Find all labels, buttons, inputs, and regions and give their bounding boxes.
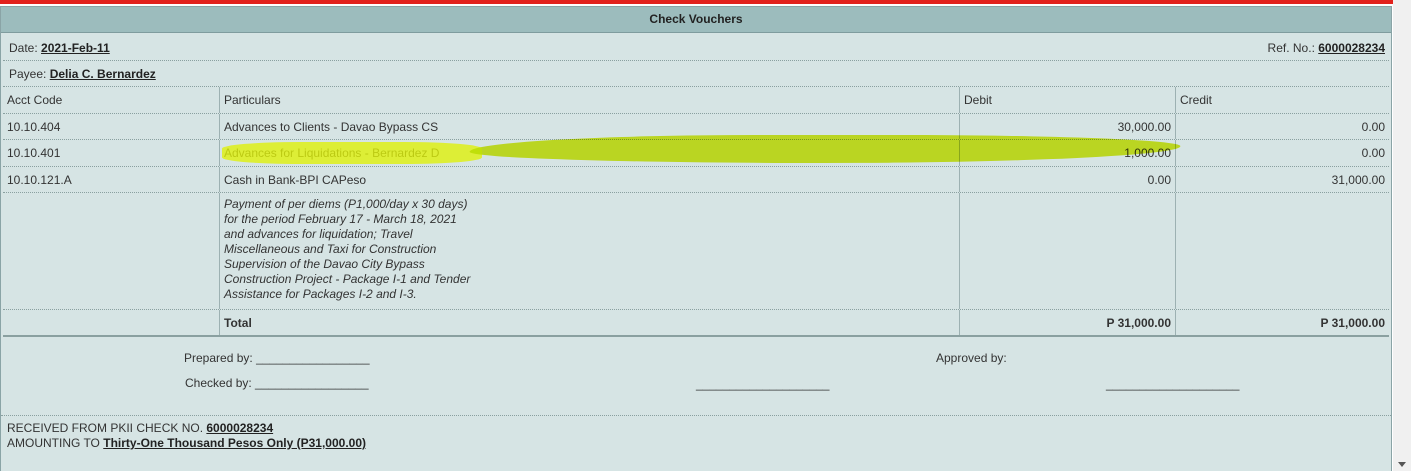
vertical-scrollbar[interactable] [1393, 0, 1411, 471]
total-credit: P 31,000.00 [1175, 310, 1389, 335]
payee-row: Payee: Delia C. Bernardez [3, 61, 1389, 87]
payee-value: Delia C. Bernardez [49, 67, 156, 81]
description-row: Payment of per diems (P1,000/day x 30 da… [3, 193, 1389, 310]
debit-cell: 0.00 [959, 167, 1175, 192]
description-line: Assistance for Packages I-2 and I-3. [224, 287, 417, 301]
signature-section: Prepared by: _________________ Checked b… [1, 339, 1391, 416]
approved-by-label: Approved by: [936, 351, 1007, 365]
checked-by-label: Checked by: [185, 376, 252, 390]
description-line: Miscellaneous and Taxi for Construction [224, 242, 437, 256]
col-particulars: Particulars [219, 87, 959, 113]
date-field: Date: 2021-Feb-11 [5, 35, 605, 60]
signature-line: ____________________ [696, 377, 830, 391]
particulars-cell: Cash in Bank-BPI CAPeso [219, 167, 959, 192]
total-label: Total [219, 310, 959, 335]
ref-field: Ref. No.: 6000028234 [989, 35, 1389, 60]
total-debit: P 31,000.00 [959, 310, 1175, 335]
signature-line: ____________________ [1106, 377, 1240, 391]
payee-label: Payee: [9, 67, 47, 81]
receipt-line-check: RECEIVED FROM PKII CHECK NO. 6000028234 [7, 421, 366, 436]
top-accent-line [0, 0, 1394, 4]
receipt-prefix: RECEIVED FROM PKII CHECK NO. [7, 421, 204, 435]
empty-credit-cell [1175, 193, 1389, 309]
panel-title: Check Vouchers [1, 7, 1391, 33]
description-line: Payment of per diems (P1,000/day x 30 da… [224, 197, 468, 211]
table-row: 10.10.121.A Cash in Bank-BPI CAPeso 0.00… [3, 167, 1389, 193]
scroll-down-arrow-icon[interactable] [1398, 462, 1406, 467]
acct-code-cell: 10.10.404 [7, 120, 61, 134]
payee-field: Payee: Delia C. Bernardez [5, 61, 605, 86]
receipt-section: RECEIVED FROM PKII CHECK NO. 6000028234 … [7, 421, 366, 451]
check-voucher-panel: Check Vouchers Date: 2021-Feb-11 Ref. No… [0, 6, 1392, 471]
empty-acct-cell [3, 193, 219, 309]
receipt-line-amount: AMOUNTING TO Thirty-One Thousand Pesos O… [7, 436, 366, 451]
credit-cell: 31,000.00 [1175, 167, 1389, 192]
date-label: Date: [9, 41, 38, 55]
voucher-description: Payment of per diems (P1,000/day x 30 da… [219, 193, 959, 309]
highlight-mark [222, 142, 482, 164]
prepared-by-label: Prepared by: [184, 351, 253, 365]
checked-by-line: _________________ [255, 376, 369, 390]
amount-in-words: Thirty-One Thousand Pesos Only (P31,000.… [103, 436, 366, 450]
checked-by-field: Checked by: _________________ [185, 376, 369, 390]
prepared-by-line: _________________ [256, 351, 370, 365]
empty-acct-cell [3, 310, 219, 335]
col-acct-code: Acct Code [7, 93, 63, 107]
credit-cell: 0.00 [1175, 140, 1389, 166]
acct-code-cell: 10.10.121.A [7, 173, 72, 187]
check-number: 6000028234 [206, 421, 274, 435]
ref-value: 6000028234 [1318, 41, 1385, 55]
col-credit: Credit [1175, 87, 1389, 113]
empty-debit-cell [959, 193, 1175, 309]
description-line: and advances for liquidation; Travel [224, 227, 413, 241]
amount-prefix: AMOUNTING TO [7, 436, 100, 450]
description-line: for the period February 17 - March 18, 2… [224, 212, 457, 226]
description-line: Construction Project - Package I-1 and T… [224, 272, 471, 286]
date-ref-row: Date: 2021-Feb-11 Ref. No.: 6000028234 [3, 35, 1389, 61]
description-line: Supervision of the Davao City Bypass [224, 257, 425, 271]
table-header-row: Acct Code Particulars Debit Credit [3, 87, 1389, 114]
col-debit: Debit [959, 87, 1175, 113]
credit-cell: 0.00 [1175, 114, 1389, 139]
total-row: Total P 31,000.00 P 31,000.00 [3, 310, 1389, 337]
prepared-by-field: Prepared by: _________________ [184, 351, 370, 365]
date-value: 2021-Feb-11 [41, 41, 110, 55]
acct-code-cell: 10.10.401 [7, 146, 61, 160]
ref-label: Ref. No.: [1267, 41, 1315, 55]
